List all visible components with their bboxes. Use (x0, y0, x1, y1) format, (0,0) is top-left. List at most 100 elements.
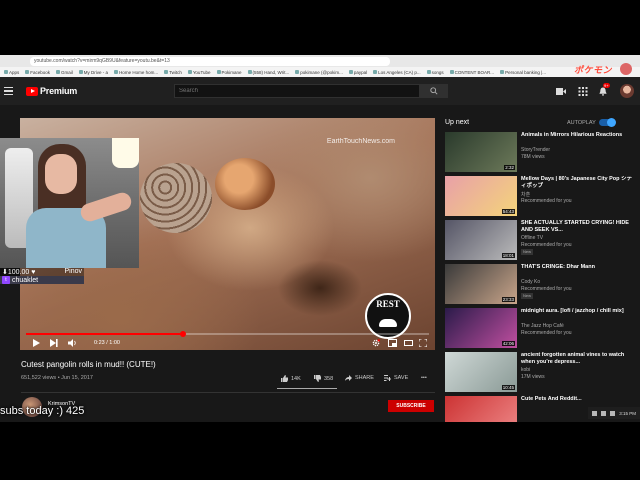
apps-grid-icon[interactable] (578, 87, 588, 96)
bookmark-item[interactable]: Personal banking |... (500, 70, 546, 75)
tray-network-icon[interactable] (592, 410, 598, 416)
autoplay-toggle[interactable] (599, 118, 616, 127)
bookmark-item[interactable]: Home Home hom... (114, 70, 158, 75)
tray-battery-icon[interactable] (610, 410, 616, 416)
recommendation-thumbnail[interactable]: 42:06 (445, 308, 517, 348)
bookmark-item[interactable]: pokimane (@pokim... (295, 70, 343, 75)
bookmark-label: Home Home hom... (119, 69, 159, 75)
donation-alert: ⬇100.00 ♥ Pinov t chuaklet (0, 268, 84, 288)
recommendation-thumbnail[interactable]: 54:43 (445, 176, 517, 216)
volume-icon[interactable] (68, 339, 77, 347)
bookmark-favicon-icon (25, 70, 30, 74)
bookmark-favicon-icon (164, 70, 169, 74)
bookmark-label: Gmail (61, 69, 73, 75)
new-badge: New (521, 249, 534, 255)
share-label: SHARE (355, 375, 374, 381)
add-to-playlist-icon (384, 375, 391, 381)
bookmark-item[interactable]: songs (426, 69, 444, 75)
bookmark-item[interactable]: My Drive - a (78, 70, 108, 75)
player-controls: 0:23 / 1:00 (20, 337, 435, 350)
subs-today-overlay: subs today :) 425 (0, 405, 85, 417)
search-button[interactable] (420, 84, 448, 98)
recommendation-title[interactable]: Mellow Days | 80's Japanese City Pop シティ… (521, 176, 635, 189)
video-title: Cutest pangolin rolls in mud!! (CUTE!) (21, 360, 156, 369)
bookmark-item[interactable]: Pokimane (216, 69, 242, 75)
recommendation-channel[interactable]: 차훈 (521, 191, 530, 198)
duration-badge: 54:43 (501, 209, 515, 214)
recommendation-channel[interactable]: Offline TV (521, 235, 543, 241)
notifications-bell-icon[interactable] (598, 87, 608, 96)
recommendation-item[interactable]: 10:45 ancient forgotten animal vines to w… (445, 352, 635, 397)
time-display: 0:23 / 1:00 (94, 340, 120, 346)
progress-bar[interactable] (26, 331, 429, 337)
more-actions-button[interactable]: ••• (421, 375, 427, 381)
bookmark-item[interactable]: (558) Hand, Writ... (247, 70, 289, 75)
bookmark-favicon-icon (78, 70, 83, 74)
recommendation-thumbnail[interactable]: 2:32 (445, 132, 517, 172)
logo-text: Premium (40, 86, 78, 96)
hamburger-menu-icon[interactable] (4, 87, 13, 95)
recommendation-title[interactable]: Animals in Mirrors Hilarious Reactions (521, 132, 635, 139)
address-bar[interactable]: youtube.com/watch?v=mirm9qGB9U&feature=y… (30, 56, 390, 66)
search-input[interactable] (174, 84, 420, 98)
settings-gear-icon[interactable] (372, 339, 380, 347)
recommendation-thumbnail[interactable] (445, 396, 517, 422)
recommendation-title[interactable]: midnight aura. [lofi / jazzhop / chill m… (521, 308, 635, 315)
recommendation-item[interactable]: 18:01 SHE ACTUALLY STARTED CRYING! HIDE A… (445, 220, 635, 265)
bookmark-item[interactable]: Los Angeles (CA) p... (373, 70, 421, 75)
miniplayer-icon[interactable] (388, 339, 397, 347)
bookmark-favicon-icon (4, 70, 8, 74)
recommendation-thumbnail[interactable]: 23:33 (445, 264, 517, 304)
tray-volume-icon[interactable] (601, 410, 607, 416)
bookmark-item[interactable]: Facebook (25, 70, 50, 75)
video-subject-pangolin-head (215, 158, 275, 210)
bookmark-favicon-icon (348, 70, 353, 74)
bookmark-label: YouTube (192, 69, 211, 75)
recommendation-channel[interactable]: kobi (521, 367, 530, 373)
recommendation-item[interactable]: 54:43 Mellow Days | 80's Japanese City Po… (445, 176, 635, 221)
recommendation-channel[interactable]: Cody Ko (521, 279, 540, 285)
tray-clock: 3:15 PM (619, 410, 636, 416)
bookmark-item[interactable]: YouTube (187, 69, 211, 75)
bookmark-label: Pokimane (221, 69, 242, 75)
save-button[interactable]: SAVE (384, 375, 408, 381)
recommendation-title[interactable]: ancient forgotten animal vines to watch … (521, 352, 635, 365)
bookmark-item[interactable]: Gmail (56, 70, 73, 75)
bookmark-favicon-icon (426, 70, 431, 74)
recommendation-channel[interactable]: The Jazz Hop Café (521, 323, 564, 329)
bookmark-item[interactable]: paypal (348, 70, 367, 75)
share-icon (345, 375, 352, 381)
recommendation-item[interactable]: 23:33 THAT'S CRINGE: Dhar Mann Cody Ko Reco… (445, 264, 635, 309)
bookmark-favicon-icon (295, 70, 300, 74)
play-icon[interactable] (32, 339, 40, 347)
share-button[interactable]: SHARE (345, 375, 374, 381)
bookmark-favicon-icon (187, 70, 192, 74)
dislike-button[interactable]: 358 (314, 375, 333, 382)
recommendation-item[interactable]: 42:06 midnight aura. [lofi / jazzhop / ch… (445, 308, 635, 353)
fullscreen-icon[interactable] (419, 339, 427, 347)
recommendation-item[interactable]: 2:32 Animals in Mirrors Hilarious Reactio… (445, 132, 635, 177)
like-button[interactable]: 14K (281, 375, 301, 382)
account-avatar[interactable] (620, 84, 634, 98)
recommendation-channel[interactable]: StoryTrender (521, 147, 550, 153)
bookmark-favicon-icon (449, 70, 454, 74)
subscribe-button[interactable]: SUBSCRIBE (388, 400, 434, 412)
recommendation-title[interactable]: SHE ACTUALLY STARTED CRYING! HIDE AND SE… (521, 220, 635, 233)
bookmark-label: songs (431, 69, 444, 75)
bookmark-label: CONTENT BOAR... (454, 69, 495, 75)
theater-mode-icon[interactable] (404, 339, 413, 347)
bookmark-item[interactable]: CONTENT BOAR... (449, 69, 495, 75)
recommendation-title[interactable]: Cute Pets And Reddit... (521, 396, 635, 403)
create-video-icon[interactable] (556, 87, 566, 96)
next-video-icon[interactable] (50, 339, 58, 347)
bookmark-item[interactable]: Twitch (164, 70, 182, 75)
screen: youtube.com/watch?v=mirm9qGB9U&feature=y… (0, 55, 640, 422)
stream-overlay-icon (620, 63, 632, 75)
bookmark-item[interactable]: Apps (4, 70, 19, 75)
youtube-logo[interactable]: Premium (26, 86, 77, 96)
streamer-webcam (0, 138, 139, 268)
recommendation-thumbnail[interactable]: 18:01 (445, 220, 517, 260)
recommendation-thumbnail[interactable]: 10:45 (445, 352, 517, 392)
recommendation-title[interactable]: THAT'S CRINGE: Dhar Mann (521, 264, 635, 271)
autoplay-label: AUTOPLAY (567, 120, 596, 126)
